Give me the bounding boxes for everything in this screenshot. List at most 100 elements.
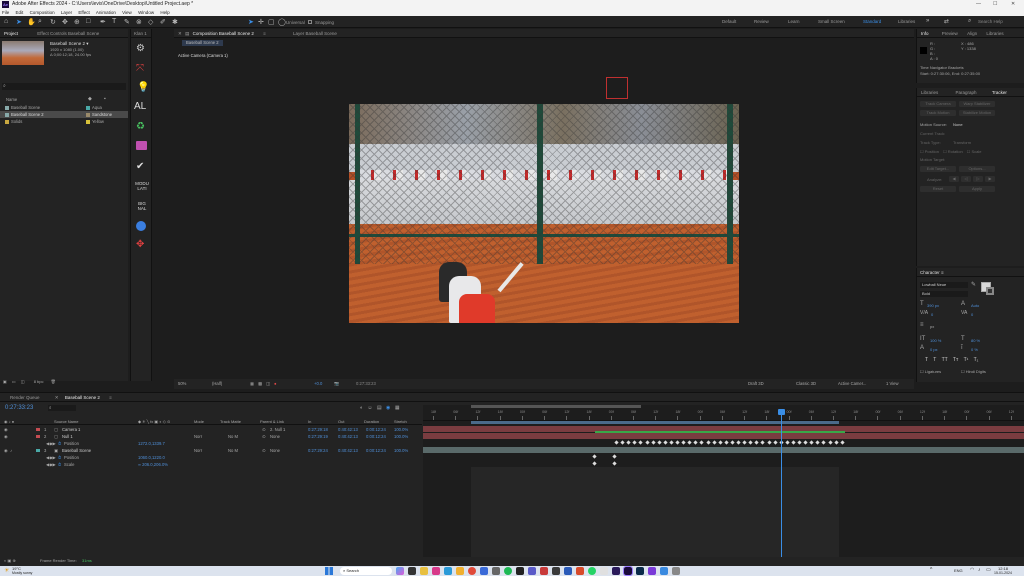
after-effects-icon[interactable] (623, 566, 633, 576)
chrome-icon[interactable] (468, 567, 476, 575)
tab-paragraph[interactable]: Paragraph (952, 88, 981, 96)
keyframe[interactable] (644, 440, 650, 445)
comp-breadcrumb[interactable]: Baseball Scene 2 (182, 40, 223, 46)
keyframe[interactable] (620, 440, 625, 445)
warp-stabilizer-button[interactable]: Warp Stabilizer (959, 101, 995, 107)
parent-pickwhip-icon[interactable]: ⊙ (262, 426, 266, 433)
keyframe[interactable] (724, 440, 729, 445)
gear-icon[interactable]: ⚙ (136, 43, 145, 54)
effect-text-al[interactable]: AL (134, 101, 146, 112)
layer-name[interactable]: Null 1 (62, 433, 73, 440)
project-search[interactable]: ⌕ (2, 83, 126, 90)
puppet-tool-icon[interactable]: ✱ (172, 18, 178, 26)
layer-name[interactable]: Baseball Scene (62, 447, 91, 454)
property-value[interactable]: ∞ 206.0,206.0% (138, 461, 168, 468)
language-indicator[interactable]: ENG (954, 568, 963, 573)
keyframe[interactable] (705, 440, 711, 445)
layer-name[interactable]: Camera 1 (62, 426, 80, 433)
keyframe[interactable] (612, 454, 617, 459)
hand-tool-icon[interactable]: ✋ (27, 18, 36, 26)
resolution-dropdown[interactable]: (Half) (212, 379, 222, 389)
copilot-icon[interactable] (396, 567, 404, 575)
col-duration[interactable]: Duration (364, 418, 379, 425)
tab-tracker[interactable]: Tracker (988, 88, 1011, 96)
motion-blur-icon[interactable]: ◉ (386, 405, 390, 411)
tab-align[interactable]: Align (963, 29, 981, 37)
checkmark-icon[interactable]: ✔ (136, 161, 144, 172)
eyedropper-icon[interactable]: ✎ (971, 281, 976, 288)
keyframe[interactable] (754, 440, 759, 445)
faux-italic-button[interactable]: T (933, 357, 936, 363)
keyframe[interactable] (675, 440, 680, 445)
menu-file[interactable]: File (2, 10, 9, 15)
views-dropdown[interactable]: 1 View (886, 379, 899, 389)
keyframe[interactable] (614, 440, 619, 445)
bpc-label[interactable]: 8 bpc (34, 379, 44, 384)
keyframe[interactable] (760, 440, 766, 445)
new-comp-icon[interactable]: ◫ (21, 379, 25, 384)
lightbulb-icon[interactable]: 💡 (137, 82, 149, 93)
track-type-dropdown[interactable]: Transform (953, 140, 971, 145)
layer-duration[interactable]: 0:00:12:24 (366, 426, 386, 433)
keyframe[interactable] (718, 440, 723, 445)
col-stretch[interactable]: Stretch (394, 418, 407, 425)
keyframe-nav-icon[interactable]: ◀◆▶ (46, 454, 56, 461)
layer-out[interactable]: 0:40:42:13 (338, 426, 358, 433)
zoom-tool-icon[interactable]: ⌕ (38, 18, 42, 26)
tab-libraries-top[interactable]: Libraries (982, 29, 1007, 37)
audio-icon[interactable]: ♪ (10, 447, 12, 454)
battery-icon[interactable]: ▭ (986, 567, 991, 573)
stopwatch-icon[interactable]: ⏱ (58, 454, 61, 461)
keyframe[interactable] (592, 461, 597, 466)
rotate-tool-icon[interactable]: ↻ (50, 18, 56, 26)
project-item[interactable]: Solids Yellow (0, 118, 128, 125)
timeline-graph[interactable]: 18f 06f 12f 18f 00f 06f 12f 18f 00f 06f 12f 18f 00f 0… (423, 405, 1024, 557)
parent-dropdown[interactable]: None (270, 433, 280, 440)
keyframe[interactable] (772, 440, 778, 445)
app-icon[interactable] (660, 567, 668, 575)
close-tab-icon[interactable]: ✕ (174, 29, 183, 37)
timeline-current-time[interactable]: 0:27:33:23 (5, 405, 33, 411)
tab-render-queue[interactable]: Render Queue (6, 393, 44, 401)
interpret-icon[interactable]: ▣ (3, 379, 7, 384)
layer-in[interactable]: 0:27:29:24 (308, 447, 328, 454)
subscript-button[interactable]: T₁ (974, 357, 979, 363)
photoshop-icon[interactable] (636, 567, 644, 575)
task-view-icon[interactable] (408, 567, 416, 575)
analyze-forward-button[interactable]: ▶ (985, 176, 995, 182)
time-ruler[interactable]: 18f 06f 12f 18f 00f 06f 12f 18f 00f 06f 12f 18f 00f 0… (423, 409, 1024, 421)
visibility-icon[interactable]: ◉ (4, 426, 8, 433)
playhead-handle[interactable] (778, 409, 785, 415)
mode-dropdown[interactable]: Norr (194, 447, 202, 454)
image-icon[interactable] (136, 141, 147, 150)
tab-libraries[interactable]: Libraries (917, 88, 942, 96)
draft-3d-icon[interactable]: ◐ (360, 405, 363, 411)
keyframe[interactable] (711, 440, 717, 445)
panel-menu-icon[interactable]: ≡ (941, 270, 944, 275)
menu-animation[interactable]: Animation (96, 10, 116, 15)
universal-label[interactable]: Universal (286, 20, 305, 25)
brush-tool-icon[interactable]: ✎ (124, 18, 130, 26)
axis-move-icon[interactable]: ✛ (258, 18, 264, 26)
stopwatch-icon[interactable]: ⏱ (58, 461, 61, 468)
wifi-icon[interactable]: ◠ (970, 567, 974, 573)
track-null[interactable] (423, 433, 1024, 439)
premiere-icon[interactable] (612, 567, 620, 575)
superscript-button[interactable]: T¹ (964, 357, 969, 363)
project-item[interactable]: Baseball Scene 2 Sandstone (0, 111, 128, 118)
renderer-dropdown[interactable]: Classic 3D (796, 379, 816, 389)
keyframe[interactable] (638, 440, 644, 445)
menu-layer[interactable]: Layer (61, 10, 72, 15)
col-source-name[interactable]: Source Name (54, 418, 78, 425)
stroke-units-dropdown[interactable]: px (930, 324, 934, 329)
workspace-menu-icon[interactable]: » (926, 18, 929, 24)
tab-timeline-comp[interactable]: Baseball Scene 2 (61, 393, 104, 401)
layer-duration[interactable]: 0:00:12:24 (366, 433, 386, 440)
keyframe[interactable] (803, 440, 808, 445)
footer-icons[interactable]: ◐ ▣ ⊕ (4, 557, 16, 565)
hscale-value[interactable]: 80 % (971, 338, 980, 343)
keyframe[interactable] (650, 440, 656, 445)
analyze-back1-button[interactable]: ◁ (961, 176, 971, 182)
tsume-value[interactable]: 0 % (971, 347, 978, 352)
layer-color-label[interactable] (36, 449, 40, 452)
